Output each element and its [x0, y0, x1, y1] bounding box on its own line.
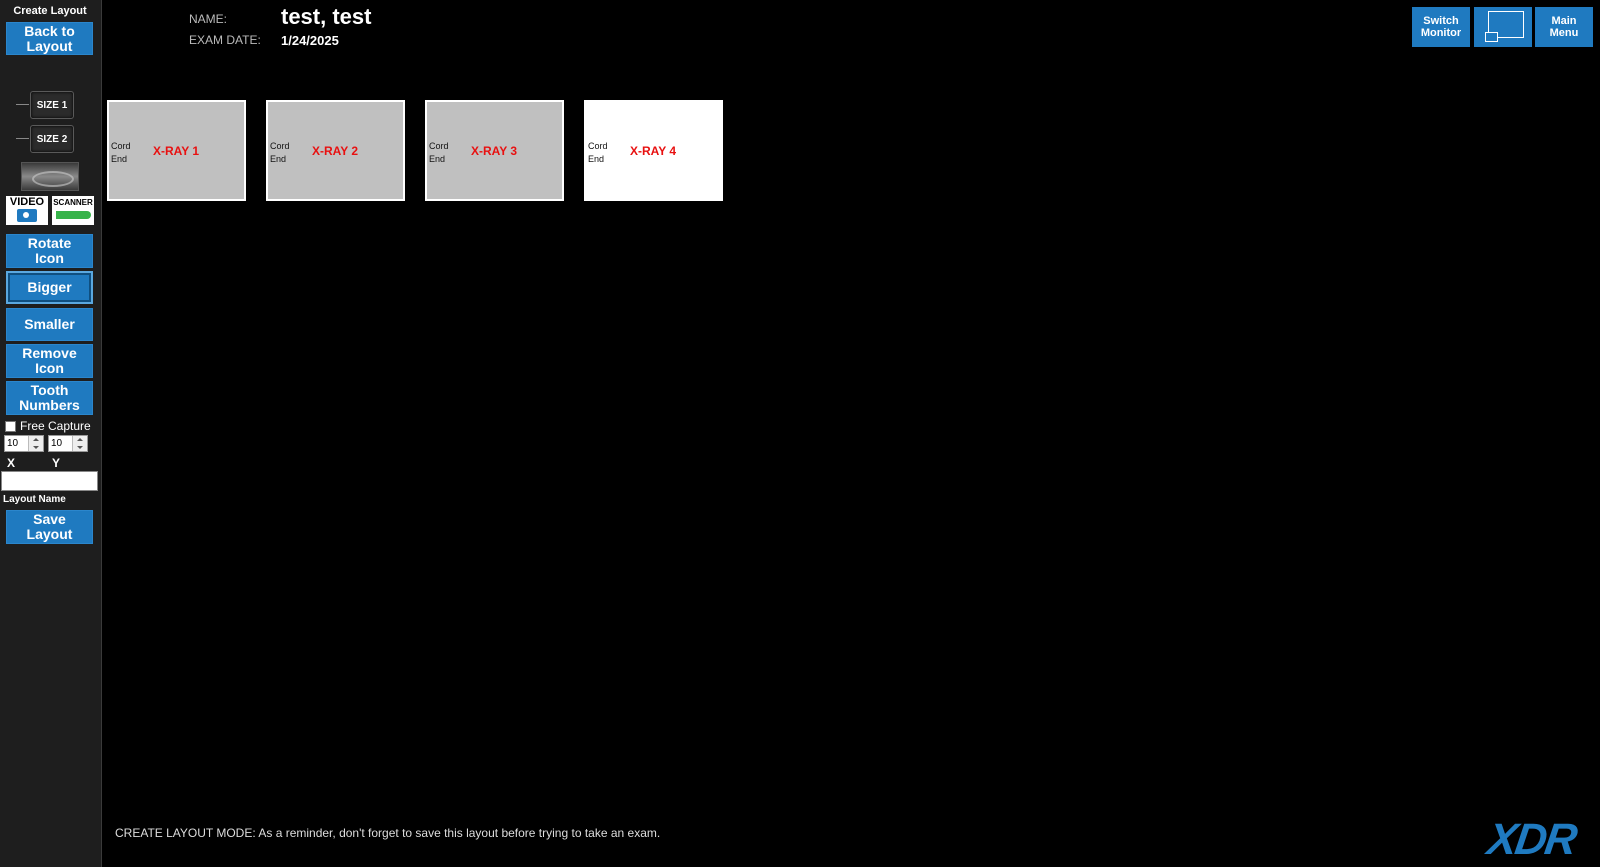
xray-label: X-RAY 3: [471, 144, 518, 158]
free-capture-label: Free Capture: [20, 419, 91, 433]
xray-slot-1[interactable]: Cord End X-RAY 1: [107, 100, 246, 201]
cord-end-label: Cord End: [429, 141, 449, 164]
switch-monitor-button[interactable]: Switch Monitor: [1412, 7, 1470, 47]
patient-name: test, test: [281, 4, 372, 29]
size1-button[interactable]: SIZE 1: [30, 91, 74, 119]
free-capture-option[interactable]: Free Capture: [5, 419, 91, 433]
bigger-button[interactable]: Bigger: [6, 271, 93, 304]
main-menu-button[interactable]: Main Menu: [1535, 7, 1593, 47]
save-layout-button[interactable]: Save Layout: [6, 510, 93, 544]
video-camera-icon[interactable]: VIDEO: [6, 196, 48, 225]
layout-name-label: Layout Name: [3, 494, 66, 505]
x-label: X: [7, 456, 16, 470]
rotate-icon-button[interactable]: Rotate Icon: [6, 234, 93, 268]
size2-row: SIZE 2: [16, 125, 76, 153]
x-spinner-value: 10: [7, 438, 19, 449]
size1-row: SIZE 1: [16, 91, 76, 119]
xray-slot-4[interactable]: Cord End X-RAY 4: [584, 100, 723, 201]
monitor-layout-button[interactable]: [1474, 7, 1532, 47]
name-label: NAME:: [189, 12, 228, 26]
exam-date-label: EXAM DATE:: [189, 33, 261, 47]
cord-end-label: Cord End: [588, 141, 608, 164]
sidebar-title: Create Layout: [13, 5, 87, 17]
x-spinner[interactable]: 10: [4, 435, 44, 452]
scanner-icon[interactable]: SCANNER: [52, 196, 94, 225]
camera-icon: [17, 209, 37, 222]
layout-name-input[interactable]: [1, 471, 98, 491]
exam-date-value: 1/24/2025: [281, 33, 339, 48]
size1-dash: [16, 104, 29, 105]
y-spinner[interactable]: 10: [48, 435, 88, 452]
xdr-logo: XDR: [1484, 815, 1579, 864]
remove-icon-button[interactable]: Remove Icon: [6, 344, 93, 378]
scanner-bar-icon: [56, 211, 91, 219]
monitor-small-screen-icon: [1485, 32, 1498, 42]
tooth-numbers-button[interactable]: Tooth Numbers: [6, 381, 93, 415]
xray-label: X-RAY 4: [630, 144, 677, 158]
y-spinner-value: 10: [51, 438, 63, 449]
x-spinner-arrows-icon[interactable]: [28, 436, 43, 451]
scanner-label: SCANNER: [53, 198, 93, 207]
video-label: VIDEO: [9, 196, 45, 208]
cord-end-label: Cord End: [270, 141, 290, 164]
size2-button[interactable]: SIZE 2: [30, 125, 74, 153]
create-layout-mode-message: CREATE LAYOUT MODE: As a reminder, don't…: [115, 826, 661, 840]
sidebar: Create Layout Back to Layout SIZE 1 SIZE…: [0, 0, 102, 867]
xray-label: X-RAY 2: [312, 144, 359, 158]
y-spinner-arrows-icon[interactable]: [72, 436, 87, 451]
xray-slot-3[interactable]: Cord End X-RAY 3: [425, 100, 564, 201]
y-label: Y: [52, 456, 61, 470]
free-capture-checkbox[interactable]: [5, 420, 16, 432]
smaller-button[interactable]: Smaller: [6, 308, 93, 341]
xray-slot-2[interactable]: Cord End X-RAY 2: [266, 100, 405, 201]
back-to-layout-button[interactable]: Back to Layout: [6, 22, 93, 55]
size2-dash: [16, 138, 29, 139]
panoramic-xray-icon[interactable]: [21, 162, 79, 191]
xray-label: X-RAY 1: [153, 144, 200, 158]
cord-end-label: Cord End: [111, 141, 131, 164]
